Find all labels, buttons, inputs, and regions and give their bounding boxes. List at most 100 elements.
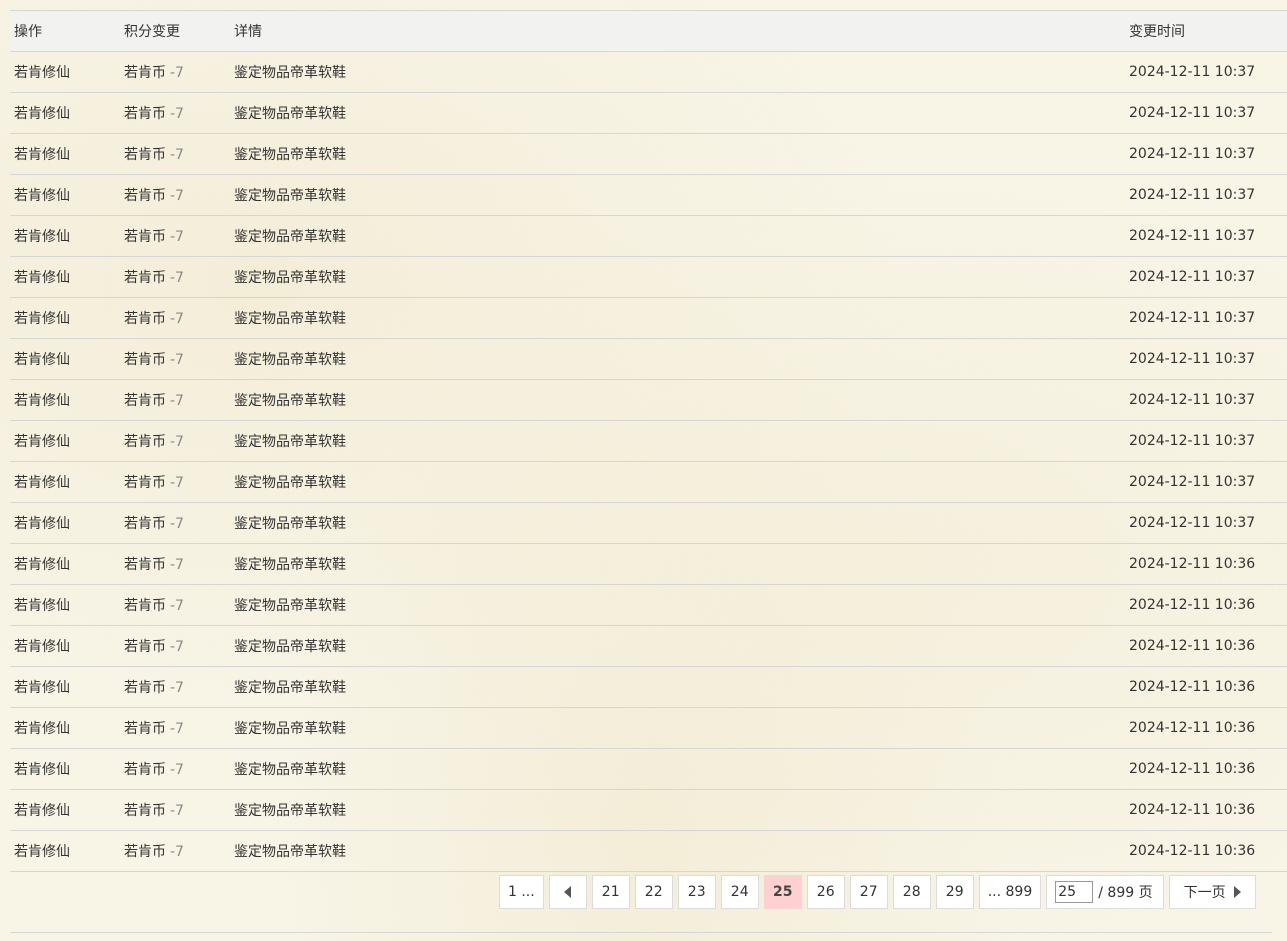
table-row: 若肯修仙 若肯币 -7 鉴定物品帝革软鞋 2024-12-11 10:36	[10, 625, 1287, 667]
first-page-link[interactable]: 1 ...	[499, 875, 544, 909]
page-link-26[interactable]: 26	[806, 875, 845, 909]
cell-time: 2024-12-11 10:37	[1125, 92, 1287, 134]
cell-credit-change: 若肯币 -7	[120, 625, 230, 667]
cell-time: 2024-12-11 10:36	[1125, 789, 1287, 831]
credit-currency: 若肯币	[124, 762, 166, 778]
page-link-28[interactable]: 28	[892, 875, 931, 909]
cell-credit-change: 若肯币 -7	[120, 830, 230, 872]
page-link-23[interactable]: 23	[677, 875, 716, 909]
table-row: 若肯修仙 若肯币 -7 鉴定物品帝革软鞋 2024-12-11 10:37	[10, 379, 1287, 421]
cell-detail: 鉴定物品帝革软鞋	[230, 666, 1125, 708]
page-link-24[interactable]: 24	[720, 875, 759, 909]
cell-time: 2024-12-11 10:36	[1125, 625, 1287, 667]
cell-operation: 若肯修仙	[10, 789, 120, 831]
cell-time: 2024-12-11 10:37	[1125, 256, 1287, 298]
cell-operation: 若肯修仙	[10, 51, 120, 93]
cell-detail: 鉴定物品帝革软鞋	[230, 215, 1125, 257]
cell-time: 2024-12-11 10:37	[1125, 461, 1287, 503]
table-header-row: 操作 积分变更 详情 变更时间	[10, 10, 1287, 52]
credit-delta: -7	[170, 803, 184, 819]
cell-credit-change: 若肯币 -7	[120, 748, 230, 790]
credit-delta: -7	[170, 516, 184, 532]
credit-delta: -7	[170, 352, 184, 368]
table-body: 若肯修仙 若肯币 -7 鉴定物品帝革软鞋 2024-12-11 10:37 若肯修仙 若肯币…	[10, 51, 1287, 872]
header-detail: 详情	[230, 10, 1125, 52]
credit-currency: 若肯币	[124, 106, 166, 122]
caret-right-icon	[1233, 886, 1241, 898]
prev-page-button[interactable]	[548, 875, 587, 909]
table-row: 若肯修仙 若肯币 -7 鉴定物品帝革软鞋 2024-12-11 10:36	[10, 707, 1287, 749]
cell-time: 2024-12-11 10:37	[1125, 502, 1287, 544]
credit-delta: -7	[170, 844, 184, 860]
credit-delta: -7	[170, 762, 184, 778]
cell-operation: 若肯修仙	[10, 297, 120, 339]
credit-delta: -7	[170, 65, 184, 81]
credit-delta: -7	[170, 147, 184, 163]
credit-currency: 若肯币	[124, 721, 166, 737]
credit-currency: 若肯币	[124, 516, 166, 532]
credit-log-table: 操作 积分变更 详情 变更时间 若肯修仙 若肯币 -7 鉴定物品帝革软鞋 2024-12…	[10, 10, 1287, 872]
cell-credit-change: 若肯币 -7	[120, 789, 230, 831]
page-link-21[interactable]: 21	[591, 875, 630, 909]
cell-time: 2024-12-11 10:37	[1125, 338, 1287, 380]
cell-detail: 鉴定物品帝革软鞋	[230, 92, 1125, 134]
credit-delta: -7	[170, 188, 184, 204]
cell-credit-change: 若肯币 -7	[120, 502, 230, 544]
credit-delta: -7	[170, 639, 184, 655]
cell-detail: 鉴定物品帝革软鞋	[230, 543, 1125, 585]
page-link-29[interactable]: 29	[935, 875, 974, 909]
credit-currency: 若肯币	[124, 475, 166, 491]
cell-time: 2024-12-11 10:37	[1125, 297, 1287, 339]
credit-delta: -7	[170, 680, 184, 696]
cell-operation: 若肯修仙	[10, 215, 120, 257]
cell-operation: 若肯修仙	[10, 92, 120, 134]
credit-currency: 若肯币	[124, 844, 166, 860]
table-row: 若肯修仙 若肯币 -7 鉴定物品帝革软鞋 2024-12-11 10:36	[10, 830, 1287, 872]
header-time: 变更时间	[1125, 10, 1287, 52]
table-row: 若肯修仙 若肯币 -7 鉴定物品帝革软鞋 2024-12-11 10:37	[10, 461, 1287, 503]
credit-currency: 若肯币	[124, 229, 166, 245]
cell-time: 2024-12-11 10:37	[1125, 133, 1287, 175]
credit-currency: 若肯币	[124, 434, 166, 450]
table-row: 若肯修仙 若肯币 -7 鉴定物品帝革软鞋 2024-12-11 10:37	[10, 133, 1287, 175]
page-jump-input[interactable]	[1055, 881, 1094, 903]
cell-operation: 若肯修仙	[10, 256, 120, 298]
table-row: 若肯修仙 若肯币 -7 鉴定物品帝革软鞋 2024-12-11 10:37	[10, 502, 1287, 544]
cell-detail: 鉴定物品帝革软鞋	[230, 256, 1125, 298]
cell-operation: 若肯修仙	[10, 584, 120, 626]
cell-credit-change: 若肯币 -7	[120, 92, 230, 134]
page-link-22[interactable]: 22	[634, 875, 673, 909]
cell-time: 2024-12-11 10:36	[1125, 707, 1287, 749]
cell-credit-change: 若肯币 -7	[120, 584, 230, 626]
cell-credit-change: 若肯币 -7	[120, 256, 230, 298]
last-page-link[interactable]: ... 899	[978, 875, 1042, 909]
cell-operation: 若肯修仙	[10, 748, 120, 790]
cell-time: 2024-12-11 10:37	[1125, 215, 1287, 257]
cell-credit-change: 若肯币 -7	[120, 174, 230, 216]
table-row: 若肯修仙 若肯币 -7 鉴定物品帝革软鞋 2024-12-11 10:37	[10, 256, 1287, 298]
credit-delta: -7	[170, 475, 184, 491]
credit-delta: -7	[170, 106, 184, 122]
cell-detail: 鉴定物品帝革软鞋	[230, 51, 1125, 93]
table-row: 若肯修仙 若肯币 -7 鉴定物品帝革软鞋 2024-12-11 10:37	[10, 297, 1287, 339]
cell-detail: 鉴定物品帝革软鞋	[230, 830, 1125, 872]
credit-delta: -7	[170, 229, 184, 245]
cell-operation: 若肯修仙	[10, 379, 120, 421]
page-jump: / 899 页	[1046, 875, 1164, 909]
cell-credit-change: 若肯币 -7	[120, 338, 230, 380]
bottom-divider	[10, 932, 1272, 933]
cell-detail: 鉴定物品帝革软鞋	[230, 379, 1125, 421]
cell-credit-change: 若肯币 -7	[120, 133, 230, 175]
cell-operation: 若肯修仙	[10, 502, 120, 544]
credit-delta: -7	[170, 311, 184, 327]
cell-time: 2024-12-11 10:36	[1125, 830, 1287, 872]
cell-time: 2024-12-11 10:37	[1125, 420, 1287, 462]
page-link-27[interactable]: 27	[849, 875, 888, 909]
cell-credit-change: 若肯币 -7	[120, 51, 230, 93]
cell-detail: 鉴定物品帝革软鞋	[230, 625, 1125, 667]
table-row: 若肯修仙 若肯币 -7 鉴定物品帝革软鞋 2024-12-11 10:37	[10, 215, 1287, 257]
credit-delta: -7	[170, 270, 184, 286]
next-page-button[interactable]: 下一页	[1168, 875, 1256, 909]
cell-credit-change: 若肯币 -7	[120, 420, 230, 462]
cell-operation: 若肯修仙	[10, 830, 120, 872]
